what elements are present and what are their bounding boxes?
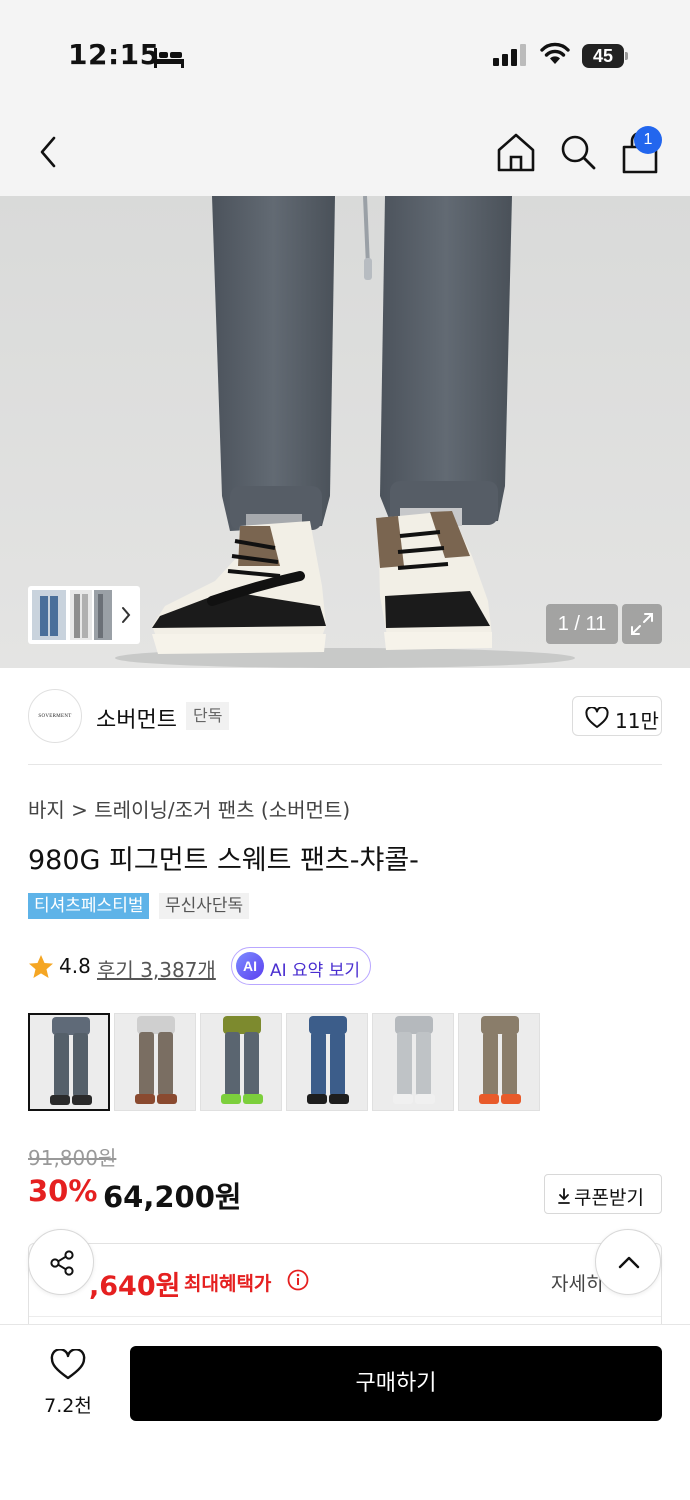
- chevron-right-icon: [122, 607, 131, 623]
- color-option-image: [30, 1015, 108, 1109]
- heart-icon: [585, 707, 609, 728]
- color-option-image: [115, 1014, 195, 1110]
- expand-icon: [631, 613, 653, 635]
- download-icon: [558, 1188, 570, 1204]
- gallery-thumbnail-strip[interactable]: [28, 586, 140, 644]
- color-option-charcoal[interactable]: [28, 1013, 110, 1111]
- sale-price: 64,200원: [103, 1180, 242, 1214]
- wifi-icon: [540, 42, 570, 64]
- tag-exclusive: 무신사단독: [159, 893, 250, 919]
- original-price: 91,800원: [28, 1146, 117, 1170]
- product-like-button[interactable]: 7.2천: [28, 1347, 108, 1421]
- top-nav-bar: [0, 110, 690, 196]
- brand-exclusive-tag: 단독: [186, 702, 230, 730]
- color-option-khaki[interactable]: [458, 1013, 540, 1111]
- coupon-download-button[interactable]: 쿠폰받기: [544, 1174, 662, 1214]
- sleep-mode-icon: [154, 48, 184, 68]
- product-like-count: 7.2천: [44, 1395, 92, 1417]
- back-arrow-icon[interactable]: [30, 130, 70, 174]
- home-icon[interactable]: [494, 130, 538, 174]
- color-option-image: [287, 1014, 367, 1110]
- benefit-detail-link[interactable]: 자세히: [551, 1269, 603, 1296]
- category-breadcrumb[interactable]: 바지 > 트레이닝/조거 팬츠 (소버먼트): [28, 794, 350, 823]
- bottom-purchase-bar: 7.2천 구매하기: [0, 1324, 690, 1500]
- ai-summary-button[interactable]: AI AI 요약 보기: [231, 947, 371, 985]
- divider: [28, 764, 662, 765]
- brand-like-button[interactable]: 11만: [572, 696, 662, 736]
- status-bar: 12:15 45: [0, 0, 690, 110]
- product-title: 980G 피그먼트 스웨트 팬츠-챠콜-: [28, 845, 419, 876]
- status-time: 12:15: [68, 38, 160, 71]
- brand-like-count: 11만: [615, 709, 659, 733]
- info-icon[interactable]: [287, 1269, 309, 1291]
- brand-row: SOVERMENT 소버먼트 단독 11만: [0, 668, 690, 766]
- battery-indicator: 45: [582, 44, 628, 68]
- color-option-blue[interactable]: [286, 1013, 368, 1111]
- scroll-to-top-button[interactable]: [595, 1229, 661, 1295]
- search-icon[interactable]: [556, 130, 600, 174]
- max-benefit-label: 최대혜택가: [184, 1273, 272, 1295]
- color-option-image: [201, 1014, 281, 1110]
- rating-value: 4.8: [59, 954, 91, 978]
- ai-summary-label: AI 요약 보기: [270, 961, 361, 981]
- color-option-light-grey[interactable]: [372, 1013, 454, 1111]
- share-button[interactable]: [28, 1229, 94, 1295]
- divider: [29, 1316, 661, 1317]
- color-option-list: [28, 1013, 548, 1111]
- gallery-counter: 1 / 11: [546, 604, 618, 644]
- reviews-link[interactable]: 후기 3,387개: [97, 954, 216, 983]
- color-option-green-grey[interactable]: [200, 1013, 282, 1111]
- buy-button[interactable]: 구매하기: [130, 1346, 662, 1421]
- brand-logo[interactable]: SOVERMENT: [28, 689, 82, 743]
- color-option-image: [459, 1014, 539, 1110]
- battery-level: 45: [592, 46, 614, 66]
- tag-festival[interactable]: 티셔츠페스티벌: [28, 893, 150, 919]
- color-option-image: [373, 1014, 453, 1110]
- gallery-thumbnail-image: [32, 590, 131, 640]
- rating-row: 4.8 후기 3,387개 AI AI 요약 보기: [28, 946, 668, 986]
- share-icon: [50, 1250, 74, 1276]
- cellular-signal-icon: [493, 44, 526, 66]
- max-benefit-price: ,640원: [89, 1271, 181, 1302]
- brand-name[interactable]: 소버먼트: [96, 702, 177, 734]
- color-option-brown[interactable]: [114, 1013, 196, 1111]
- coupon-label: 쿠폰받기: [574, 1187, 644, 1209]
- chevron-up-icon: [618, 1256, 640, 1269]
- cart-count-badge: 1: [634, 126, 662, 154]
- fullscreen-button[interactable]: [622, 604, 662, 644]
- discount-rate: 30%: [28, 1174, 98, 1208]
- heart-icon: [50, 1349, 86, 1380]
- star-icon: [29, 955, 53, 978]
- product-image-gallery[interactable]: 1 / 11: [0, 196, 690, 668]
- ai-icon: AI: [236, 952, 264, 980]
